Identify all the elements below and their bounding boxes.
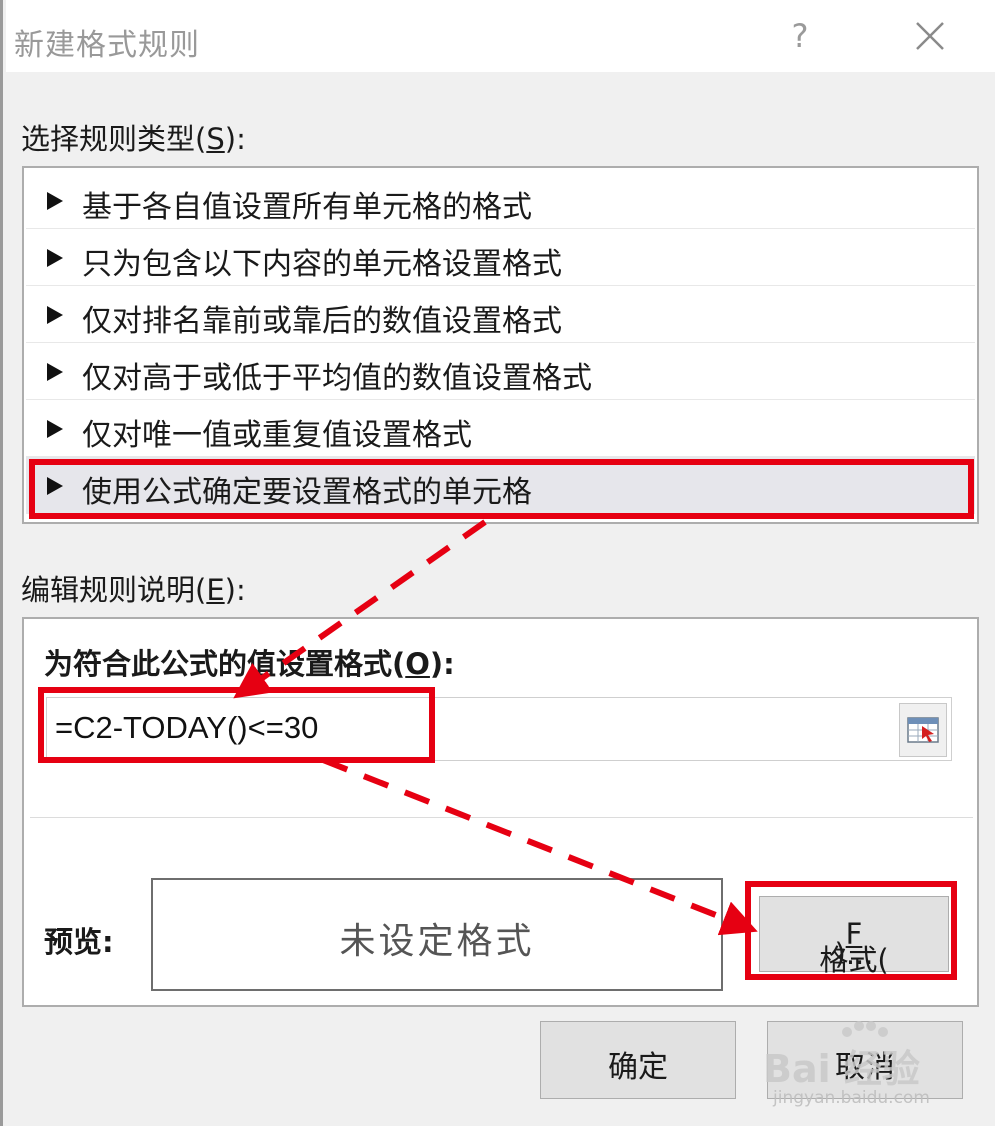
rule-type-item[interactable]: 仅对高于或低于平均值的数值设置格式	[26, 343, 975, 400]
formula-heading: 为符合此公式的值设置格式(O):	[44, 647, 455, 681]
title-bar: 新建格式规则 ?	[6, 0, 995, 72]
rule-type-item-label: 仅对高于或低于平均值的数值设置格式	[82, 361, 592, 396]
rule-description-panel: 为符合此公式的值设置格式(O): =C2-TODAY()<=30 预览: 未设定…	[22, 617, 979, 1007]
dialog-title: 新建格式规则	[14, 28, 200, 63]
cancel-button-label: 取消	[835, 1050, 895, 1085]
rule-type-item[interactable]: 仅对排名靠前或靠后的数值设置格式	[26, 286, 975, 343]
preview-label: 预览:	[44, 925, 114, 959]
triangle-right-icon	[47, 192, 63, 210]
rule-type-item[interactable]: 基于各自值设置所有单元格的格式	[26, 172, 975, 229]
range-select-button[interactable]	[899, 703, 947, 757]
close-icon	[916, 22, 944, 50]
ok-button-label: 确定	[608, 1050, 668, 1085]
rule-type-item[interactable]: 仅对唯一值或重复值设置格式	[26, 400, 975, 457]
rule-type-item-label: 仅对唯一值或重复值设置格式	[82, 418, 472, 453]
rule-type-label: 选择规则类型(S):	[21, 122, 246, 156]
triangle-right-icon	[47, 306, 63, 324]
close-button[interactable]	[904, 14, 958, 60]
new-format-rule-dialog: 新建格式规则 ? 选择规则类型(S): 基于各自值设置所有单元格的格式 只为包含…	[0, 0, 995, 1126]
triangle-right-icon	[47, 420, 63, 438]
range-select-icon	[907, 717, 939, 743]
help-button[interactable]: ?	[784, 14, 816, 58]
formula-input[interactable]: =C2-TODAY()<=30	[46, 697, 952, 761]
rule-type-item-label: 使用公式确定要设置格式的单元格	[82, 475, 532, 510]
ok-button[interactable]: 确定	[540, 1021, 736, 1099]
preview-box: 未设定格式	[151, 878, 723, 991]
preview-text: 未设定格式	[339, 921, 535, 962]
triangle-right-icon	[47, 249, 63, 267]
divider	[30, 817, 973, 818]
rule-type-item-label: 仅对排名靠前或靠后的数值设置格式	[82, 304, 562, 339]
rule-description-label: 编辑规则说明(E):	[21, 573, 246, 607]
format-button[interactable]: 格式(F)...	[759, 896, 949, 977]
formula-value: =C2-TODAY()<=30	[55, 710, 319, 745]
rule-type-list[interactable]: 基于各自值设置所有单元格的格式 只为包含以下内容的单元格设置格式 仅对排名靠前或…	[22, 166, 979, 524]
cancel-button[interactable]: 取消	[767, 1021, 963, 1099]
rule-type-item-selected[interactable]: 使用公式确定要设置格式的单元格	[26, 457, 975, 514]
triangle-right-icon	[47, 477, 63, 495]
triangle-right-icon	[47, 363, 63, 381]
format-button-label: 格式(F)...	[819, 917, 889, 977]
rule-type-item-label: 基于各自值设置所有单元格的格式	[82, 190, 532, 225]
rule-type-item[interactable]: 只为包含以下内容的单元格设置格式	[26, 229, 975, 286]
rule-type-item-label: 只为包含以下内容的单元格设置格式	[82, 247, 562, 282]
